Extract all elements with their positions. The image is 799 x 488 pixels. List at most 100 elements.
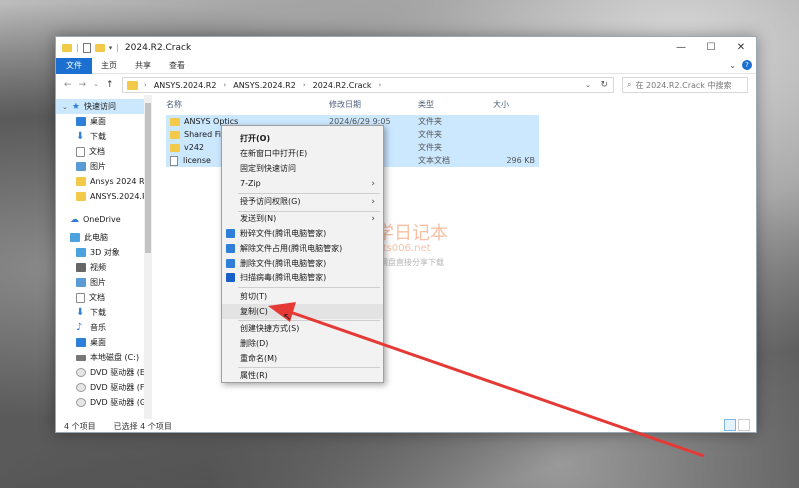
address-bar[interactable]: › ANSYS.2024.R2 › ANSYS.2024.R2 › 2024.R… <box>122 77 614 93</box>
nav-item-ansys-2024-r2[interactable]: Ansys 2024 R2 <box>76 174 144 189</box>
chevron-right-icon: › <box>223 81 227 89</box>
breadcrumb-item[interactable]: ANSYS.2024.R2 <box>154 81 217 90</box>
menu-item-label: 属性(R) <box>240 371 268 380</box>
menu-item-delete[interactable]: 删除(D) <box>222 336 383 351</box>
nav-item-videos[interactable]: 视频 <box>76 260 106 275</box>
close-button[interactable]: ✕ <box>726 37 756 58</box>
folder-icon <box>170 130 180 139</box>
breadcrumb-item[interactable]: ANSYS.2024.R2 <box>233 81 296 90</box>
menu-item-shred-file[interactable]: 粉碎文件(腾讯电脑管家) <box>222 226 383 241</box>
nav-item-pictures-pc[interactable]: 图片 <box>76 275 106 290</box>
menu-item-label: 删除(D) <box>240 339 269 348</box>
quick-access-toolbar: | ▾ | <box>56 42 119 53</box>
window-title: 2024.R2.Crack <box>124 42 192 53</box>
properties-icon[interactable] <box>82 42 91 53</box>
back-icon[interactable]: ← <box>64 80 72 90</box>
folder-icon <box>170 117 180 126</box>
nav-quick-access[interactable]: ⌄ ★ 快速访问 <box>56 99 144 114</box>
recent-locations-icon[interactable]: ⌄ <box>93 80 99 90</box>
text-document-icon <box>170 155 178 166</box>
music-icon: ♪ <box>76 322 83 333</box>
chevron-right-icon: › <box>371 196 375 207</box>
tab-home[interactable]: 主页 <box>92 58 126 74</box>
menu-item-scan-virus[interactable]: 扫描病毒(腾讯电脑管家) <box>222 270 383 285</box>
menu-item-label: 7-Zip <box>240 179 261 188</box>
forward-icon[interactable]: → <box>79 80 87 90</box>
pictures-icon <box>76 278 86 287</box>
nav-item-desktop-pc[interactable]: 桌面 <box>76 335 106 350</box>
menu-item-pin-quick-access[interactable]: 固定到快速访问 <box>222 161 383 176</box>
nav-item-documents[interactable]: 文档 📌 <box>76 144 105 159</box>
nav-item-desktop[interactable]: 桌面 📌 <box>76 114 106 129</box>
menu-item-give-access[interactable]: 授予访问权限(G) › <box>222 194 383 209</box>
search-input[interactable]: 在 2024.R2.Crack 中搜索 <box>635 80 731 91</box>
nav-item-dvd-f[interactable]: DVD 驱动器 (F:) <box>76 380 144 395</box>
chevron-right-icon: › <box>371 178 375 189</box>
chevron-down-icon[interactable]: ⌄ <box>585 81 591 89</box>
column-header-name[interactable]: 名称 <box>166 97 182 111</box>
menu-item-label: 解除文件占用(腾讯电脑管家) <box>240 244 343 253</box>
large-icons-view-button[interactable] <box>738 419 750 431</box>
menu-item-label: 创建快捷方式(S) <box>240 324 300 333</box>
maximize-button[interactable]: ☐ <box>696 37 726 58</box>
nav-item-ansys-2024-r2-folder[interactable]: ANSYS.2024.R2 <box>76 189 144 204</box>
menu-item-delete-file-tencent[interactable]: 删除文件(腾讯电脑管家) <box>222 256 383 271</box>
new-folder-icon[interactable] <box>94 43 105 52</box>
expand-chevron-icon[interactable]: ⌄ <box>62 103 68 111</box>
nav-item-downloads[interactable]: ⬇ 下载 📌 <box>76 129 106 144</box>
nav-item-label: 图片 <box>90 278 106 287</box>
expand-ribbon-icon[interactable]: ⌄ <box>729 61 736 70</box>
nav-item-local-disk-c[interactable]: 本地磁盘 (C:) <box>76 350 139 365</box>
menu-item-label: 删除文件(腾讯电脑管家) <box>240 259 327 268</box>
tab-share[interactable]: 共享 <box>126 58 160 74</box>
minimize-button[interactable]: — <box>666 37 696 58</box>
column-header-date[interactable]: 修改日期 <box>329 97 361 111</box>
folder-icon <box>62 43 72 52</box>
nav-this-pc[interactable]: 此电脑 <box>70 230 108 245</box>
nav-item-dvd-g[interactable]: DVD 驱动器 (G: <box>76 395 144 410</box>
nav-item-dvd-e[interactable]: DVD 驱动器 (E:) <box>76 365 144 380</box>
nav-item-label: ANSYS.2024.R2 <box>90 192 144 201</box>
search-box[interactable]: ⌕ 在 2024.R2.Crack 中搜索 <box>622 77 748 93</box>
nav-scrollbar[interactable] <box>144 95 152 419</box>
nav-onedrive[interactable]: ☁ OneDrive <box>70 212 121 227</box>
nav-item-pictures[interactable]: 图片 📌 <box>76 159 106 174</box>
menu-item-rename[interactable]: 重命名(M) <box>222 351 383 366</box>
nav-item-music[interactable]: ♪ 音乐 <box>76 320 106 335</box>
tab-view[interactable]: 查看 <box>160 58 194 74</box>
menu-item-unlock-file[interactable]: 解除文件占用(腾讯电脑管家) <box>222 241 383 256</box>
menu-item-label: 打开(O) <box>240 134 271 143</box>
details-view-button[interactable] <box>724 419 736 431</box>
nav-item-3d-objects[interactable]: 3D 对象 <box>76 245 120 260</box>
documents-icon <box>76 146 85 157</box>
tab-file[interactable]: 文件 <box>56 57 92 74</box>
chevron-down-icon[interactable]: ▾ <box>109 44 113 52</box>
nav-item-label: 本地磁盘 (C:) <box>90 353 140 362</box>
refresh-icon[interactable]: ↻ <box>600 80 608 90</box>
menu-item-send-to[interactable]: 发送到(N) › <box>222 211 383 226</box>
up-icon[interactable]: ↑ <box>106 80 114 90</box>
nav-item-label: 图片 <box>90 162 106 171</box>
nav-item-downloads-pc[interactable]: ⬇ 下载 <box>76 305 106 320</box>
nav-item-label: 音乐 <box>90 323 106 332</box>
help-icon[interactable]: ? <box>742 60 752 70</box>
breadcrumb: › ANSYS.2024.R2 › ANSYS.2024.R2 › 2024.R… <box>144 81 381 90</box>
menu-item-open[interactable]: 打开(O) <box>222 131 383 146</box>
menu-item-copy[interactable]: 复制(C) <box>222 304 383 319</box>
menu-item-create-shortcut[interactable]: 创建快捷方式(S) <box>222 321 383 336</box>
chevron-right-icon: › <box>144 81 147 89</box>
menu-item-7zip[interactable]: 7-Zip › <box>222 176 383 191</box>
column-header-type[interactable]: 类型 <box>418 97 434 111</box>
nav-item-documents-pc[interactable]: 文档 <box>76 290 105 305</box>
menu-item-cut[interactable]: 剪切(T) <box>222 289 383 304</box>
menu-item-properties[interactable]: 属性(R) <box>222 368 383 383</box>
scrollbar-thumb[interactable] <box>145 103 151 253</box>
file-size: 296 KB <box>506 156 535 165</box>
column-header-size[interactable]: 大小 <box>493 97 509 111</box>
breadcrumb-item[interactable]: 2024.R2.Crack <box>313 81 372 90</box>
menu-item-open-new-window[interactable]: 在新窗口中打开(E) <box>222 146 383 161</box>
navigation-pane: ⌄ ★ 快速访问 桌面 📌 ⬇ 下载 📌 文档 📌 图片 📌 Ansys 202… <box>56 95 144 419</box>
menu-item-label: 重命名(M) <box>240 354 278 363</box>
nav-item-label: OneDrive <box>83 215 121 224</box>
chevron-right-icon: › <box>371 213 375 224</box>
